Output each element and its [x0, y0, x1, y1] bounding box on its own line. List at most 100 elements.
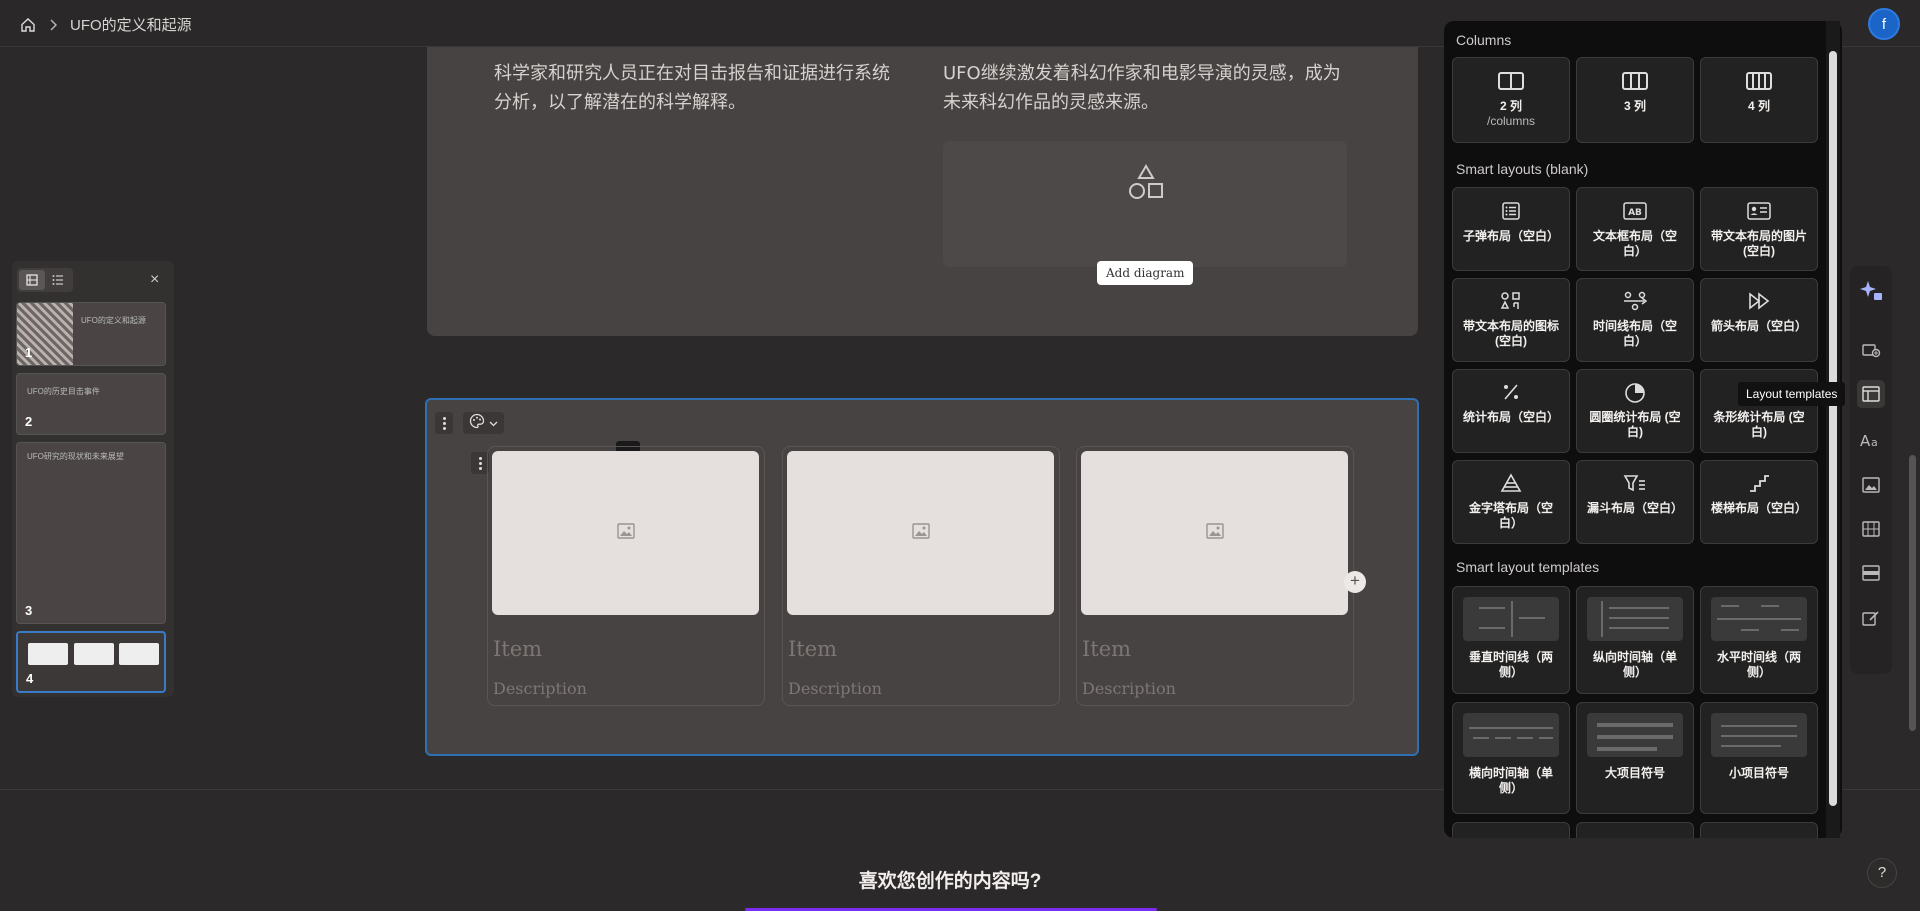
arrow-layout-option[interactable]: 箭头布局（空白）: [1700, 278, 1818, 362]
text-right[interactable]: UFO继续激发着科幻作家和电影导演的灵感，成为未来科幻作品的灵感来源。: [943, 59, 1353, 117]
scrollbar-thumb[interactable]: [1829, 51, 1837, 806]
item-card[interactable]: Item Description: [1076, 446, 1354, 706]
columns-section-title: Columns: [1456, 32, 1512, 48]
item-description[interactable]: Description: [788, 679, 882, 698]
pie-icon: [1577, 382, 1693, 404]
image-icon[interactable]: [1857, 471, 1885, 499]
template-preview: [1587, 597, 1683, 641]
slide-title: UFO的历史目击事件: [27, 387, 100, 396]
slides-panel: × UFO的定义和起源 1 UFO的历史目击事件 2 UFO研究的现状和未来展望…: [12, 261, 174, 697]
item-title[interactable]: Item: [493, 637, 542, 661]
image-placeholder[interactable]: [1081, 451, 1348, 615]
columns-2-option[interactable]: 2 列 /columns: [1452, 57, 1570, 143]
embed-icon[interactable]: [1857, 559, 1885, 587]
template-preview: [1587, 713, 1683, 757]
card-style-button[interactable]: [463, 412, 504, 434]
bullet-layout-option[interactable]: 子弹布局（空白）: [1452, 187, 1570, 271]
card-menu-button[interactable]: [435, 412, 453, 434]
columns-3-option[interactable]: 3 列: [1576, 57, 1694, 143]
icon-text-layout-option[interactable]: 带文本布局的图标 (空白): [1452, 278, 1570, 362]
template-option[interactable]: 小项目符号: [1700, 702, 1818, 814]
slide-thumbnail-active[interactable]: 4: [16, 631, 166, 693]
slide-number: 1: [25, 345, 33, 360]
stats-layout-option[interactable]: 统计布局（空白）: [1452, 369, 1570, 453]
avatar[interactable]: f: [1868, 8, 1900, 40]
stairs-layout-option[interactable]: 楼梯布局（空白）: [1700, 460, 1818, 544]
palette-icon: [469, 413, 485, 434]
slide-number: 3: [25, 603, 33, 618]
add-diagram-button[interactable]: Add diagram: [1097, 261, 1194, 285]
slide-title: UFO研究的现状和未来展望: [27, 452, 124, 461]
slide-title: UFO的定义和起源: [81, 316, 146, 325]
textbox-layout-option[interactable]: AB 文本框布局（空白）: [1576, 187, 1694, 271]
chevron-down-icon: [489, 414, 498, 432]
slide-item-preview: [28, 643, 68, 665]
add-column-button[interactable]: +: [1344, 571, 1366, 593]
item-description[interactable]: Description: [1082, 679, 1176, 698]
image-card-icon: [1701, 202, 1817, 220]
list-view-icon[interactable]: [45, 270, 71, 290]
item-title[interactable]: Item: [1082, 637, 1131, 661]
template-option[interactable]: [1452, 822, 1570, 838]
breadcrumb-title[interactable]: UFO的定义和起源: [70, 14, 192, 35]
edit-icon[interactable]: [1857, 604, 1885, 632]
slide-thumbnail[interactable]: UFO的定义和起源 1: [16, 302, 166, 366]
video-icon[interactable]: [1857, 515, 1885, 543]
text-left[interactable]: 科学家和研究人员正在对目击报告和证据进行系统分析，以了解潜在的科学解释。: [494, 59, 904, 117]
timeline-layout-option[interactable]: 时间线布局（空白）: [1576, 278, 1694, 362]
slides-view-tabs: [17, 268, 73, 292]
template-preview: [1463, 597, 1559, 641]
template-preview: [1711, 713, 1807, 757]
page-scrollbar[interactable]: [1906, 47, 1920, 911]
slide-number: 4: [26, 671, 34, 686]
ai-sparkle-icon[interactable]: [1857, 276, 1885, 304]
arrows-icon: [1701, 291, 1817, 311]
add-card-icon[interactable]: [1857, 335, 1885, 363]
page-scrollbar-thumb[interactable]: [1909, 455, 1916, 731]
template-option[interactable]: 垂直时间线（两侧）: [1452, 586, 1570, 694]
slide-thumbnail[interactable]: UFO研究的现状和未来展望 3: [16, 442, 166, 624]
grid-view-icon[interactable]: [19, 270, 45, 290]
tooltip: Layout templates: [1738, 382, 1846, 406]
content-card-top[interactable]: 科学家和研究人员正在对目击报告和证据进行系统分析，以了解潜在的科学解释。 UFO…: [427, 47, 1418, 336]
percent-icon: [1453, 382, 1569, 402]
template-option[interactable]: 纵向时间轴（单侧）: [1576, 586, 1694, 694]
image-text-layout-option[interactable]: 带文本布局的图片 (空白): [1700, 187, 1818, 271]
close-icon[interactable]: ×: [150, 271, 159, 289]
svg-text:AB: AB: [1628, 208, 1642, 218]
slide-item-preview: [119, 643, 159, 665]
slide-thumbnail[interactable]: UFO的历史目击事件 2: [16, 373, 166, 435]
funnel-icon: [1577, 473, 1693, 493]
image-placeholder[interactable]: [492, 451, 759, 615]
right-toolbar: Aa: [1850, 266, 1892, 674]
image-icon: [911, 522, 930, 544]
slide-item-preview: [74, 643, 114, 665]
template-option[interactable]: 大项目符号: [1576, 702, 1694, 814]
item-card[interactable]: Item Description: [487, 446, 765, 706]
textbox-icon: AB: [1577, 202, 1693, 220]
text-style-icon[interactable]: Aa: [1857, 426, 1885, 454]
help-button[interactable]: ?: [1867, 858, 1897, 888]
topbar-actions: f: [1868, 8, 1900, 40]
diagram-placeholder[interactable]: Add diagram: [943, 141, 1347, 285]
layout-templates-icon[interactable]: [1857, 380, 1885, 408]
item-description[interactable]: Description: [493, 679, 587, 698]
columns-icon: [1701, 71, 1817, 91]
pyramid-layout-option[interactable]: 金字塔布局（空白）: [1452, 460, 1570, 544]
funnel-layout-option[interactable]: 漏斗布局（空白）: [1576, 460, 1694, 544]
svg-text:a: a: [1871, 436, 1878, 448]
columns-4-option[interactable]: 4 列: [1700, 57, 1818, 143]
stairs-icon: [1701, 473, 1817, 493]
template-option[interactable]: 横向时间轴（单侧）: [1452, 702, 1570, 814]
panel-scrollbar[interactable]: [1826, 21, 1840, 838]
template-option[interactable]: 水平时间线（两侧）: [1700, 586, 1818, 694]
template-option[interactable]: [1576, 822, 1694, 838]
columns-icon: [1577, 71, 1693, 91]
home-icon[interactable]: [20, 17, 36, 33]
item-title[interactable]: Item: [788, 637, 837, 661]
selected-card[interactable]: ··· Item Description Item Description It…: [425, 398, 1419, 756]
template-option[interactable]: [1700, 822, 1818, 838]
item-card[interactable]: Item Description: [782, 446, 1060, 706]
circle-stats-layout-option[interactable]: 圆圈统计布局 (空白): [1576, 369, 1694, 453]
image-placeholder[interactable]: [787, 451, 1054, 615]
